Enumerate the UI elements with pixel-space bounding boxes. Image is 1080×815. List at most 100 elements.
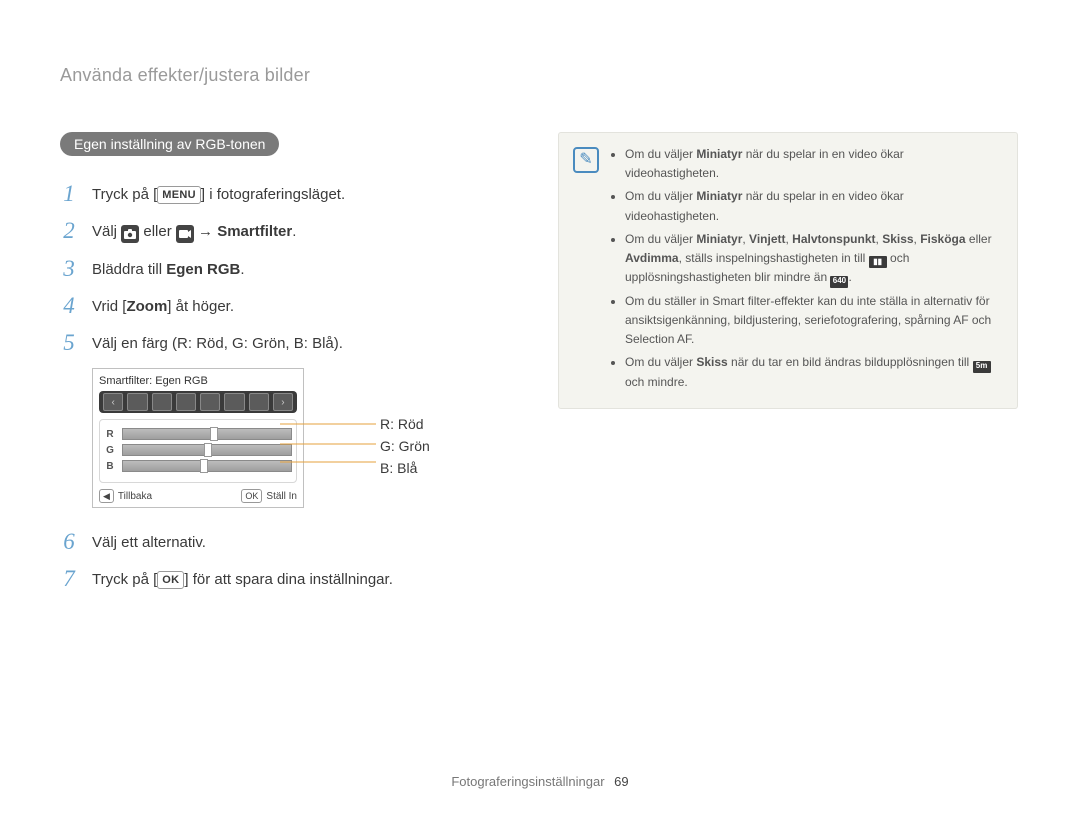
slider-label: B — [104, 461, 116, 472]
filter-thumb — [152, 393, 172, 411]
back-key-icon: ◀ — [99, 489, 114, 503]
left-column: Egen inställning av RGB-tonen 1 Tryck på… — [60, 132, 510, 604]
text: Välj ett alternativ. — [92, 534, 206, 551]
slider-g: G — [104, 444, 292, 456]
filter-thumb-selected — [249, 393, 269, 411]
text: Om du väljer — [625, 189, 696, 203]
step-number: 4 — [60, 294, 78, 317]
text-bold: Miniatyr — [696, 232, 742, 246]
rgb-sliders: R G B — [99, 419, 297, 483]
step-number: 1 — [60, 182, 78, 205]
filter-thumb — [200, 393, 220, 411]
step-text: Välj eller → Smartfilter. — [92, 219, 296, 243]
note-box: ✎ Om du väljer Miniatyr när du spelar in… — [558, 132, 1018, 409]
annotation-g: G: Grön — [380, 438, 430, 454]
slider-label: R — [104, 429, 116, 440]
note-item: Om du väljer Skiss när du tar en bild än… — [625, 353, 1001, 392]
info-icon: ✎ — [573, 147, 599, 173]
step-list: 1 Tryck på [MENU] i fotograferingsläget.… — [60, 182, 510, 354]
step-text: Välj ett alternativ. — [92, 530, 206, 553]
menu-key-icon: MENU — [157, 186, 201, 204]
text: eller — [139, 223, 176, 240]
step-text: Tryck på [OK] för att spara dina inställ… — [92, 567, 393, 590]
text: Tryck på [ — [92, 571, 157, 588]
text: ] för att spara dina inställningar. — [184, 571, 392, 588]
step-text: Bläddra till Egen RGB. — [92, 257, 245, 280]
text: ] åt höger. — [167, 298, 234, 315]
step-7: 7 Tryck på [OK] för att spara dina instä… — [60, 567, 510, 590]
text-bold: Halvtonspunkt — [792, 232, 875, 246]
text: Välj — [92, 223, 121, 240]
text: eller — [966, 232, 992, 246]
slider-b: B — [104, 460, 292, 472]
text: Om du ställer in Smart filter-effekter k… — [625, 294, 991, 346]
text: Om du väljer — [625, 232, 696, 246]
filter-thumb — [127, 393, 147, 411]
footer-label: Fotograferingsinställningar — [451, 774, 604, 789]
right-column: ✎ Om du väljer Miniatyr när du spelar in… — [558, 132, 1018, 604]
text: Tillbaka — [118, 491, 152, 502]
section-title-pill: Egen inställning av RGB-tonen — [60, 132, 279, 156]
resolution-5m-icon: 5m — [973, 361, 991, 373]
text-bold: Skiss — [882, 232, 913, 246]
filter-thumb — [176, 393, 196, 411]
step-4: 4 Vrid [Zoom] åt höger. — [60, 294, 510, 317]
filter-thumb-row: ‹ › — [99, 391, 297, 413]
step-number: 5 — [60, 331, 78, 354]
step-list-cont: 6 Välj ett alternativ. 7 Tryck på [OK] f… — [60, 530, 510, 590]
annotation-b: B: Blå — [380, 460, 417, 476]
video-mode-icon — [176, 225, 194, 243]
section-title-text: Egen inställning av RGB-tonen — [74, 136, 265, 152]
text-bold: Smartfilter — [217, 223, 292, 240]
text: , ställs inspelningshastigheten in till — [679, 251, 869, 265]
text-bold: Miniatyr — [696, 189, 742, 203]
step-2: 2 Välj eller → Smartfilter. — [60, 219, 510, 243]
back-button: ◀ Tillbaka — [99, 489, 152, 503]
device-screen: Smartfilter: Egen RGB ‹ › R — [92, 368, 304, 508]
text: och mindre. — [625, 375, 688, 389]
device-figure: Smartfilter: Egen RGB ‹ › R — [60, 368, 510, 508]
text: Tryck på [ — [92, 186, 157, 203]
rec-speed-icon: ▮▮ — [869, 256, 887, 268]
text-bold: Egen RGB — [166, 261, 240, 278]
slider-track — [122, 444, 292, 456]
text-bold: Skiss — [696, 355, 727, 369]
step-text: Tryck på [MENU] i fotograferingsläget. — [92, 182, 345, 205]
text: när du tar en bild ändras bildupplösning… — [728, 355, 973, 369]
chevron-left-icon: ‹ — [103, 393, 123, 411]
text-bold: Vinjett — [749, 232, 785, 246]
step-number: 6 — [60, 530, 78, 553]
text: Om du väljer — [625, 355, 696, 369]
step-number: 2 — [60, 219, 78, 242]
text: → — [194, 223, 217, 240]
ok-key-icon: OK — [241, 489, 262, 503]
text-bold: Zoom — [126, 298, 167, 315]
filter-thumb — [224, 393, 244, 411]
device-title: Smartfilter: Egen RGB — [99, 375, 297, 387]
note-item: Om du väljer Miniatyr när du spelar in e… — [625, 187, 1001, 225]
note-item: Om du väljer Miniatyr, Vinjett, Halvtons… — [625, 230, 1001, 288]
text: . — [240, 261, 244, 278]
device-button-row: ◀Tillbaka OKStäll In — [99, 489, 297, 503]
slider-track — [122, 460, 292, 472]
note-item: Om du väljer Miniatyr när du spelar in e… — [625, 145, 1001, 183]
slider-label: G — [104, 445, 116, 456]
page-header: Använda effekter/justera bilder — [60, 65, 1020, 86]
text: . — [848, 270, 851, 284]
text-bold: Miniatyr — [696, 147, 742, 161]
annotation-r: R: Röd — [380, 416, 424, 432]
slider-r: R — [104, 428, 292, 440]
step-5: 5 Välj en färg (R: Röd, G: Grön, B: Blå)… — [60, 331, 510, 354]
note-list: Om du väljer Miniatyr när du spelar in e… — [611, 145, 1001, 396]
page-number: 69 — [614, 774, 628, 789]
text-bold: Fisköga — [920, 232, 965, 246]
text: . — [292, 223, 296, 240]
step-text: Vrid [Zoom] åt höger. — [92, 294, 234, 317]
step-number: 7 — [60, 567, 78, 590]
resolution-640-icon: 640 — [830, 276, 848, 288]
step-3: 3 Bläddra till Egen RGB. — [60, 257, 510, 280]
text-bold: Avdimma — [625, 251, 679, 265]
text: ] i fotograferingsläget. — [201, 186, 345, 203]
text: Om du väljer — [625, 147, 696, 161]
step-number: 3 — [60, 257, 78, 280]
